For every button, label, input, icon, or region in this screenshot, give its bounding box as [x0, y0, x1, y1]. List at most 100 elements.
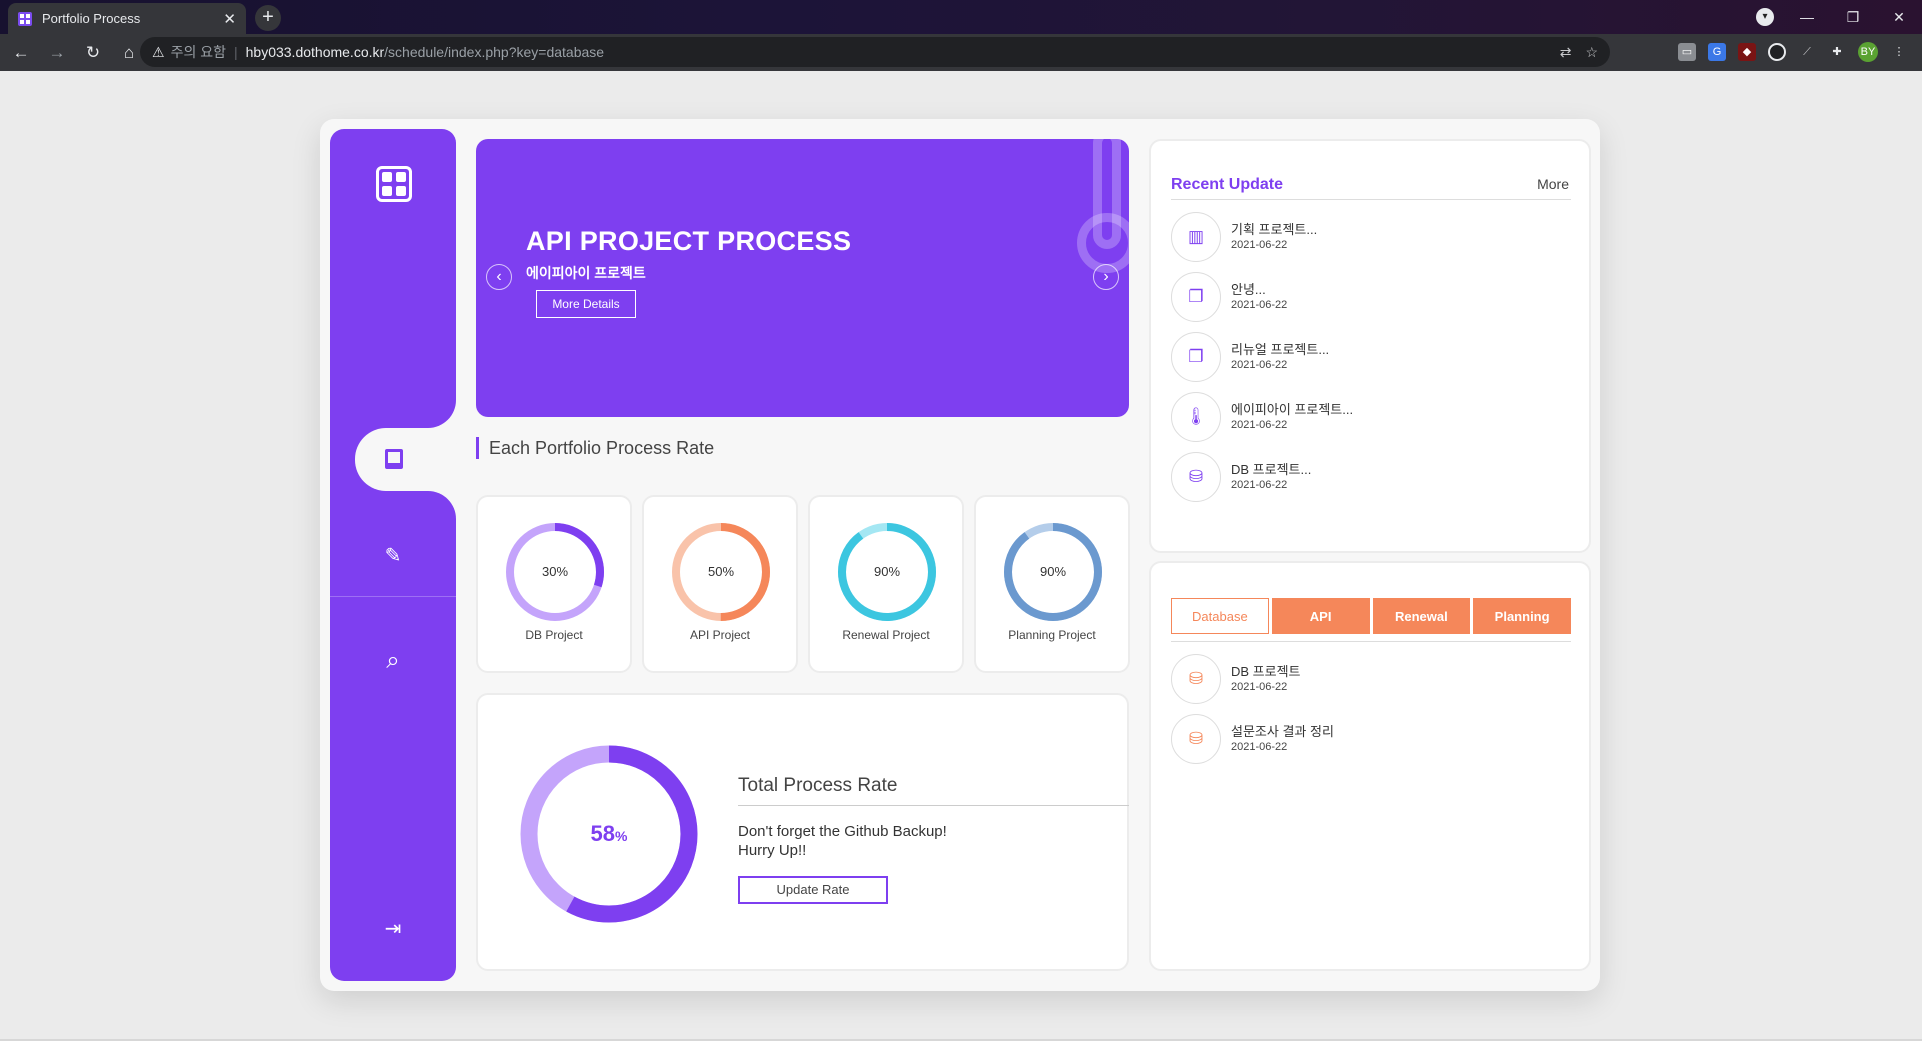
url-path: /schedule/index.php?key=database	[384, 44, 605, 60]
close-window-button[interactable]: ✕	[1876, 9, 1922, 26]
bookmark-star-icon[interactable]: ☆	[1585, 44, 1598, 61]
browser-toolbar: ← → ↻ ⌂ ⚠ 주의 요함 | hby033.dothome.co.kr/s…	[0, 34, 1922, 71]
forward-icon[interactable]: →	[42, 43, 72, 63]
category-panel: Database API Renewal Planning ⛁ DB 프로젝트 …	[1149, 561, 1591, 971]
progress-value: 90%	[1039, 564, 1067, 579]
more-link[interactable]: More	[1537, 176, 1569, 192]
project-banner-slider: API PROJECT PROCESS 에이피아이 프로젝트 More Deta…	[476, 139, 1129, 417]
section-title: Each Portfolio Process Rate	[476, 437, 714, 459]
list-item[interactable]: ❐ 안녕... 2021-06-22	[1171, 272, 1571, 322]
progress-ring: 50%	[670, 521, 772, 623]
panel-title: Recent Update	[1171, 176, 1284, 193]
browser-tab-strip: Portfolio Process ✕ + ▾ — ❐ ✕	[0, 0, 1922, 34]
extension-icon[interactable]	[1768, 43, 1786, 61]
progress-value: 50%	[707, 564, 735, 579]
browser-tab[interactable]: Portfolio Process ✕	[8, 3, 246, 34]
tab-close-icon[interactable]: ✕	[223, 10, 236, 28]
favicon-icon	[18, 11, 32, 26]
database-icon: ⛁	[1171, 654, 1221, 704]
avatar[interactable]: BY	[1858, 42, 1878, 62]
sign-out-icon: ⇥	[384, 918, 402, 940]
tab-api[interactable]: API	[1271, 598, 1370, 634]
translate-icon[interactable]: ⇄	[1560, 44, 1572, 61]
item-date: 2021-06-22	[1231, 239, 1288, 251]
slider-prev-button[interactable]: ‹	[486, 264, 512, 290]
banner-subtitle: 에이피아이 프로젝트	[526, 265, 646, 281]
item-date: 2021-06-22	[1231, 681, 1288, 693]
extension-icon[interactable]: ⟋	[1798, 43, 1816, 61]
banner-title: API PROJECT PROCESS	[526, 226, 852, 256]
tab-title: Portfolio Process	[42, 11, 141, 26]
restore-button[interactable]: ❐	[1830, 9, 1876, 26]
tab-planning[interactable]: Planning	[1473, 598, 1571, 634]
more-details-button[interactable]: More Details	[536, 290, 636, 318]
item-title: 설문조사 결과 정리	[1231, 724, 1334, 739]
progress-value: 30%	[541, 564, 569, 579]
project-label: DB Project	[525, 628, 583, 642]
back-icon[interactable]: ←	[6, 43, 36, 63]
sidebar-item-board[interactable]	[355, 428, 456, 491]
kanban-icon	[385, 449, 403, 469]
list-item[interactable]: ❐ 리뉴얼 프로젝트... 2021-06-22	[1171, 332, 1571, 382]
update-rate-button[interactable]: Update Rate	[738, 876, 888, 904]
search-icon: ⌕	[386, 647, 400, 674]
project-card-db[interactable]: 30% DB Project	[476, 495, 632, 673]
puzzle-icon[interactable]: ✚	[1828, 43, 1846, 61]
address-bar[interactable]: ⚠ 주의 요함 | hby033.dothome.co.kr/schedule/…	[140, 37, 1610, 67]
new-tab-button[interactable]: +	[255, 5, 281, 31]
sidebar-item-search[interactable]: ⌕	[330, 631, 456, 691]
tab-database[interactable]: Database	[1171, 598, 1269, 634]
total-title: Total Process Rate	[738, 775, 898, 796]
divider	[1171, 199, 1571, 200]
item-date: 2021-06-22	[1231, 741, 1288, 753]
tab-renewal[interactable]: Renewal	[1372, 598, 1471, 634]
project-label: Planning Project	[1008, 628, 1096, 642]
sidebar: ✎ ⌕ ⇥	[330, 129, 456, 981]
database-icon: ⛁	[1171, 714, 1221, 764]
dashboard-container: ✎ ⌕ ⇥ API PROJECT PROCESS 에이피아이 프로젝트 Mor…	[320, 119, 1600, 991]
category-tabs: Database API Renewal Planning	[1171, 598, 1571, 636]
list-item[interactable]: ⛁ DB 프로젝트 2021-06-22	[1171, 654, 1571, 704]
extensions-area: ▭ G ◆ ⟋ ✚ BY ⋮	[1678, 42, 1908, 62]
security-label[interactable]: 주의 요함	[171, 42, 226, 62]
reload-icon[interactable]: ↻	[78, 43, 108, 63]
divider	[738, 805, 1129, 806]
translate-extension-icon[interactable]: G	[1708, 43, 1726, 61]
extension-icon[interactable]: ◆	[1738, 43, 1756, 61]
progress-ring: 90%	[1002, 521, 1104, 623]
url-host: hby033.dothome.co.kr	[245, 44, 385, 60]
dashboard-grid-icon[interactable]	[376, 166, 412, 202]
extension-icon[interactable]: ▭	[1678, 43, 1696, 61]
item-title: 안녕...	[1231, 282, 1266, 297]
list-item[interactable]: 🌡 에이피아이 프로젝트... 2021-06-22	[1171, 392, 1571, 442]
minimize-button[interactable]: —	[1784, 9, 1830, 25]
project-card-api[interactable]: 50% API Project	[642, 495, 798, 673]
item-date: 2021-06-22	[1231, 419, 1288, 431]
item-title: 기획 프로젝트...	[1231, 222, 1318, 237]
project-label: API Project	[689, 628, 751, 642]
thermometer-icon: 🌡	[1171, 392, 1221, 442]
project-card-renewal[interactable]: 90% Renewal Project	[808, 495, 964, 673]
total-process-card: 58% Total Process Rate Don't forget the …	[476, 693, 1129, 971]
list-item[interactable]: ⛁ DB 프로젝트... 2021-06-22	[1171, 452, 1571, 502]
divider	[1171, 641, 1571, 642]
item-date: 2021-06-22	[1231, 359, 1288, 371]
reminder-text: Don't forget the Github Backup! Hurry Up…	[738, 822, 947, 860]
slider-next-button[interactable]: ›	[1093, 264, 1119, 290]
omnibox-actions: ⇄ ☆	[1560, 44, 1598, 61]
list-item[interactable]: ▥ 기획 프로젝트... 2021-06-22	[1171, 212, 1571, 262]
kebab-menu-icon[interactable]: ⋮	[1890, 43, 1908, 61]
sidebar-item-logout[interactable]: ⇥	[330, 899, 456, 959]
progress-value: 90%	[873, 564, 901, 579]
profile-menu-icon[interactable]: ▾	[1756, 8, 1774, 26]
item-title: DB 프로젝트	[1231, 664, 1301, 679]
list-item[interactable]: ⛁ 설문조사 결과 정리 2021-06-22	[1171, 714, 1571, 764]
project-card-planning[interactable]: 90% Planning Project	[974, 495, 1130, 673]
total-percent-unit: %	[615, 828, 628, 844]
total-percent-number: 58	[590, 821, 616, 846]
sidebar-item-edit[interactable]: ✎	[330, 526, 456, 586]
reminder-line: Hurry Up!!	[738, 842, 807, 859]
warning-icon[interactable]: ⚠	[152, 44, 165, 61]
copy-icon: ❐	[1171, 332, 1221, 382]
item-date: 2021-06-22	[1231, 479, 1288, 491]
